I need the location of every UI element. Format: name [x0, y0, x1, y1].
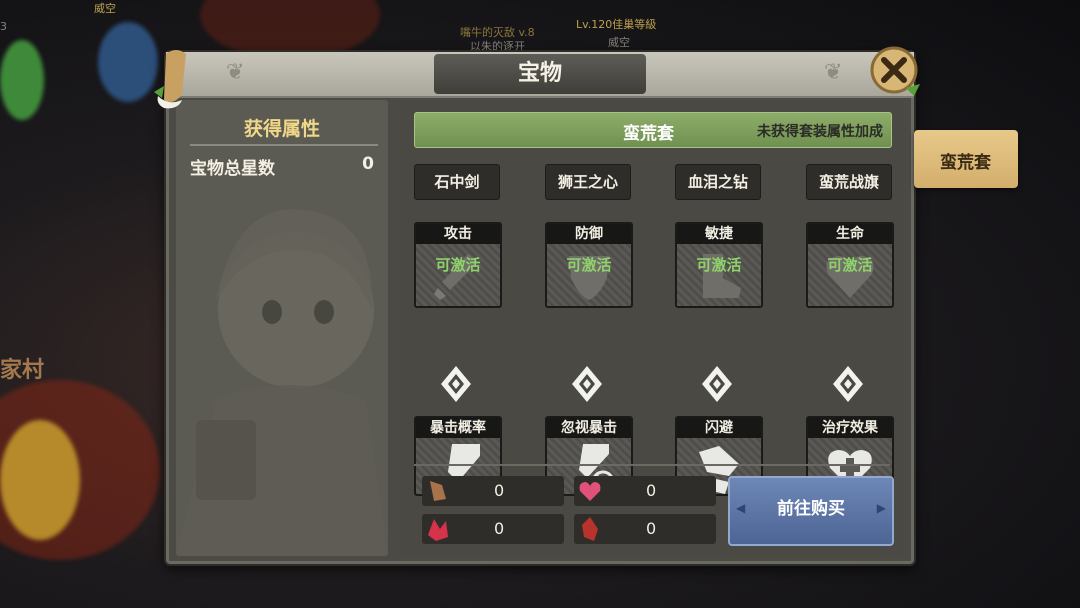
- resource-counter: 0: [422, 514, 564, 544]
- set-bonus-status: 未获得套装属性加成: [757, 124, 883, 140]
- treasure-button-lion-heart[interactable]: 狮王之心: [545, 164, 631, 200]
- divider: [414, 464, 890, 466]
- treasure-button-blood-diamond[interactable]: 血泪之钻: [675, 164, 761, 200]
- bonus-slot-label: 忽视暴击: [547, 418, 631, 438]
- go-buy-button[interactable]: ◀ 前往购买 ▶: [728, 476, 894, 546]
- resource-counter: 0: [574, 514, 716, 544]
- resource-value: 0: [646, 481, 657, 500]
- stat-slot-label: 防御: [547, 224, 631, 244]
- set-name: 蛮荒套: [623, 124, 674, 144]
- bg-top-left-name: 威空: [94, 2, 116, 15]
- connector-gem-icon: [441, 366, 471, 402]
- right-arrow-icon: ▶: [876, 501, 886, 515]
- red-shard-icon: [582, 517, 598, 541]
- side-tab-wild-set[interactable]: 蛮荒套: [914, 130, 1018, 188]
- stat-slot-attack[interactable]: 攻击 可激活: [414, 222, 502, 308]
- connector-gem-icon: [702, 366, 732, 402]
- close-x-icon[interactable]: [866, 44, 922, 100]
- go-buy-label: 前往购买: [777, 499, 845, 519]
- title-ornament-left-icon: ❦: [226, 60, 245, 85]
- resource-value: 0: [646, 519, 657, 538]
- green-monster: [0, 40, 44, 120]
- connector-gem-icon: [572, 366, 602, 402]
- attribute-panel: 获得属性 宝物总星数 0: [176, 100, 388, 556]
- attribute-title: 获得属性: [243, 118, 320, 140]
- total-stars-label: 宝物总星数: [190, 159, 275, 179]
- blue-knight-monster: [98, 22, 158, 102]
- left-arrow-icon: ◀: [736, 501, 746, 515]
- resource-counter: 0: [574, 476, 716, 506]
- resource-counter: 0: [422, 476, 564, 506]
- stat-slot-health[interactable]: 生命 可激活: [806, 222, 894, 308]
- total-stars-value: 0: [362, 154, 374, 174]
- bg-village-label: 家村: [0, 358, 45, 383]
- treasure-button-stone-sword[interactable]: 石中剑: [414, 164, 500, 200]
- set-bonus-bar: 蛮荒套 未获得套装属性加成: [414, 112, 892, 148]
- npc-name: 威空: [608, 36, 630, 49]
- stat-slot-defense[interactable]: 防御 可激活: [545, 222, 633, 308]
- stat-slot-agility[interactable]: 敏捷 可激活: [675, 222, 763, 308]
- bonus-slot-label: 闪避: [677, 418, 761, 438]
- activate-status: 可激活: [827, 256, 873, 274]
- bonus-slot-label: 暴击概率: [416, 418, 500, 438]
- title-bar: ❦ ❦ 宝物: [166, 52, 914, 98]
- stat-slot-label: 敏捷: [677, 224, 761, 244]
- bonus-slot-label: 治疗效果: [808, 418, 892, 438]
- treasure-button-wild-banner[interactable]: 蛮荒战旗: [806, 164, 892, 200]
- dialog-title: 宝物: [434, 54, 646, 94]
- connector-gem-icon: [833, 366, 863, 402]
- divider: [190, 144, 378, 146]
- scroll-ornament-icon: [154, 50, 186, 109]
- dragon-monster-left: [0, 420, 80, 540]
- side-tab-label: 蛮荒套: [940, 153, 991, 173]
- pink-heart-gem-icon: [579, 482, 601, 501]
- title-ornament-right-icon: ❦: [824, 60, 843, 85]
- stat-slot-label: 生命: [808, 224, 892, 244]
- treasure-dialog: ❦ ❦ 宝物 获得属性 宝物总星数 0 蛮荒套 未获得套装属性加成 石中剑 狮王…: [164, 50, 916, 566]
- brown-crystal-icon: [430, 481, 446, 501]
- resource-value: 0: [494, 519, 505, 538]
- npc-title: Lv.120佳巢等級: [576, 18, 657, 31]
- activate-status: 可激活: [566, 256, 612, 274]
- activate-status: 可激活: [696, 256, 742, 274]
- red-crystal-cluster-icon: [428, 519, 448, 541]
- bg-top-left-sub: 3: [0, 20, 7, 33]
- stat-slot-label: 攻击: [416, 224, 500, 244]
- activate-status: 可激活: [435, 256, 481, 274]
- treasure-panel: 蛮荒套 未获得套装属性加成 石中剑 狮王之心 血泪之钻 蛮荒战旗 攻击 可激活 …: [400, 100, 904, 556]
- resource-value: 0: [494, 481, 505, 500]
